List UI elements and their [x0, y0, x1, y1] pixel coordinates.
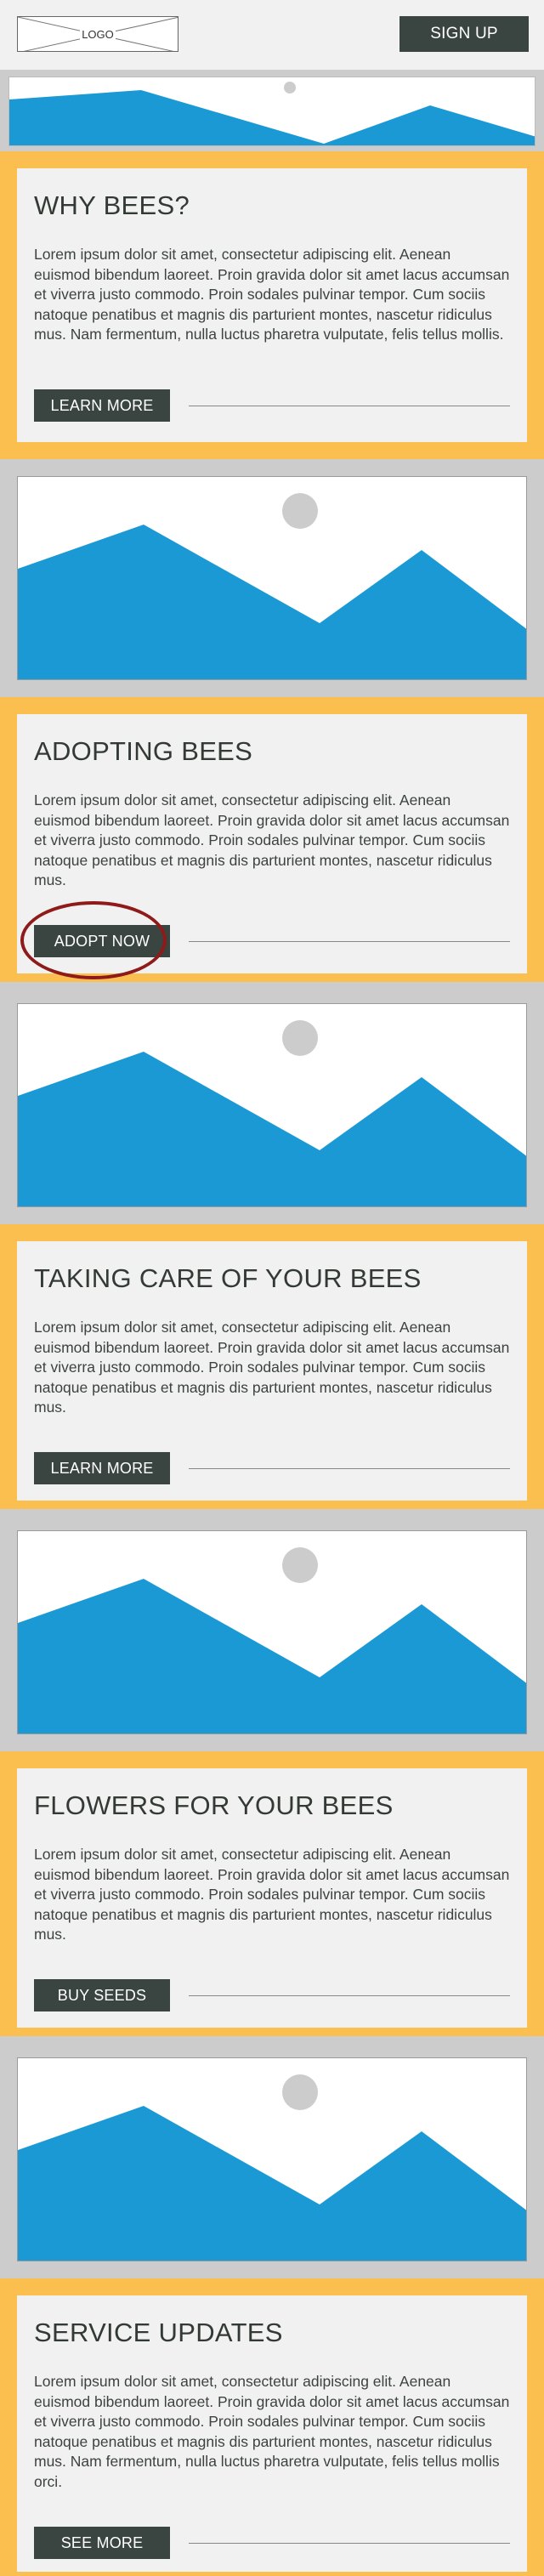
image-placeholder [17, 476, 527, 680]
card-why-bees: WHY BEES? Lorem ipsum dolor sit amet, co… [17, 168, 527, 442]
divider [189, 1995, 510, 1996]
section-taking-care: TAKING CARE OF YOUR BEES Lorem ipsum dol… [0, 1224, 544, 1509]
divider [189, 941, 510, 942]
see-more-button[interactable]: SEE MORE [34, 2527, 170, 2559]
header: LOGO SIGN UP [0, 0, 544, 70]
landscape-image-icon [18, 493, 526, 679]
section-title: ADOPTING BEES [34, 736, 253, 766]
landscape-image-icon [18, 1547, 526, 1733]
card-adopting-bees: ADOPTING BEES Lorem ipsum dolor sit amet… [17, 714, 527, 979]
image-placeholder [17, 1003, 527, 1207]
section-body: Lorem ipsum dolor sit amet, consectetur … [34, 2373, 510, 2490]
landscape-image-icon [18, 1020, 526, 1206]
adopt-now-button[interactable]: ADOPT NOW [34, 925, 170, 957]
logo-label-wrap: LOGO [18, 17, 178, 51]
landscape-image-icon [9, 82, 535, 145]
section-body: Lorem ipsum dolor sit amet, consectetur … [34, 792, 510, 888]
image-placeholder [17, 1530, 527, 1734]
card-taking-care: TAKING CARE OF YOUR BEES Lorem ipsum dol… [17, 1241, 527, 1501]
landscape-image-icon [18, 2074, 526, 2261]
card-flowers: FLOWERS FOR YOUR BEES Lorem ipsum dolor … [17, 1768, 527, 2028]
section-body: Lorem ipsum dolor sit amet, consectetur … [34, 1319, 510, 1416]
logo-placeholder[interactable]: LOGO [17, 16, 178, 52]
section-title: SERVICE UPDATES [34, 2318, 283, 2347]
card-service-updates: SERVICE UPDATES Lorem ipsum dolor sit am… [17, 2295, 527, 2572]
divider [189, 2543, 510, 2544]
section-title: TAKING CARE OF YOUR BEES [34, 1263, 422, 1293]
section-body: Lorem ipsum dolor sit amet, consectetur … [34, 1846, 510, 1943]
section-adopting-bees: ADOPTING BEES Lorem ipsum dolor sit amet… [0, 697, 544, 982]
section-title: FLOWERS FOR YOUR BEES [34, 1790, 394, 1820]
learn-more-button[interactable]: LEARN MORE [34, 1452, 170, 1484]
section-title: WHY BEES? [34, 190, 190, 220]
section-service-updates: SERVICE UPDATES Lorem ipsum dolor sit am… [0, 2278, 544, 2576]
learn-more-button[interactable]: LEARN MORE [34, 389, 170, 422]
buy-seeds-button[interactable]: BUY SEEDS [34, 1979, 170, 2011]
hero-image-placeholder [8, 77, 536, 146]
image-placeholder [17, 2057, 527, 2261]
signup-button[interactable]: SIGN UP [400, 16, 529, 52]
divider [189, 1468, 510, 1469]
section-flowers: FLOWERS FOR YOUR BEES Lorem ipsum dolor … [0, 1751, 544, 2036]
logo-text: LOGO [80, 27, 116, 41]
section-body: Lorem ipsum dolor sit amet, consectetur … [34, 246, 510, 343]
section-why-bees: WHY BEES? Lorem ipsum dolor sit amet, co… [0, 151, 544, 459]
